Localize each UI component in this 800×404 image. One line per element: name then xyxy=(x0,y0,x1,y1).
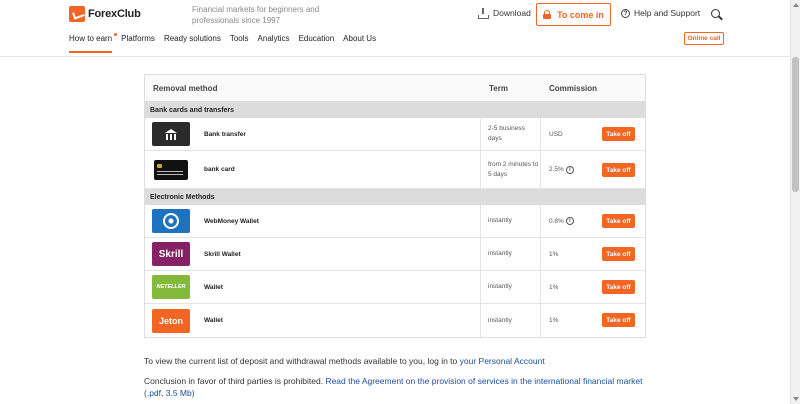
commission-text: 1% xyxy=(549,283,559,291)
table-header: Removal method Term Commission xyxy=(145,75,645,102)
commission-text: 1% xyxy=(549,250,559,258)
scroll-down-icon[interactable] xyxy=(793,397,799,401)
come-in-button[interactable]: To come in xyxy=(536,3,611,26)
nav-label: About Us xyxy=(343,34,377,43)
table-row: NETELLER Wallet instantly 1% Take off xyxy=(145,271,645,304)
method-name: Wallet xyxy=(204,317,223,324)
agreement-note: Conclusion in favor of third parties is … xyxy=(144,375,644,399)
logo-text: ForexClub xyxy=(88,8,141,20)
table-row: Jeton Wallet instantly 1% Take off xyxy=(145,304,645,337)
commission-value: 1% xyxy=(540,304,592,337)
table-row: bank card from 2 minutes to 5 days 2.5% i… xyxy=(145,151,645,189)
bank-icon xyxy=(165,128,177,140)
nav-education[interactable]: Education xyxy=(299,34,335,53)
header-term: Term xyxy=(489,83,508,93)
method-name: Skrill Wallet xyxy=(204,250,241,258)
download-label: Download xyxy=(493,8,531,18)
download-icon xyxy=(478,8,489,19)
search-icon[interactable] xyxy=(711,9,720,18)
section-electronic: Electronic Methods xyxy=(145,189,645,205)
forexclub-logo[interactable]: ForexClub xyxy=(69,6,141,22)
term-value: from 2 minutes to 5 days xyxy=(480,151,540,188)
take-off-button[interactable]: Take off xyxy=(602,247,635,261)
commission-text: USD xyxy=(549,130,563,138)
take-off-button[interactable]: Take off xyxy=(602,163,635,177)
notification-dot xyxy=(114,33,118,36)
commission-value: USD xyxy=(540,118,592,150)
take-off-button[interactable]: Take off xyxy=(602,127,635,141)
webmoney-icon xyxy=(163,213,179,229)
header-commission: Commission xyxy=(549,83,598,93)
commission-text: 1% xyxy=(549,317,559,324)
table-row: WebMoney Wallet instantly 0.8% i Take off xyxy=(145,205,645,238)
term-value: instantly xyxy=(480,238,540,270)
method-name: Wallet xyxy=(204,283,223,291)
card-logo xyxy=(152,158,190,182)
webmoney-logo xyxy=(152,209,190,233)
method-name: bank card xyxy=(204,166,235,173)
info-icon[interactable]: i xyxy=(565,165,574,174)
section-bank-cards: Bank cards and transfers xyxy=(145,102,645,118)
nav-about-us[interactable]: About Us xyxy=(343,34,376,53)
question-icon: ? xyxy=(621,8,630,18)
withdrawal-methods-table: Removal method Term Commission Bank card… xyxy=(144,74,646,338)
personal-account-note: To view the current list of deposit and … xyxy=(144,355,744,367)
scroll-thumb[interactable] xyxy=(792,57,799,192)
lock-icon xyxy=(543,10,552,19)
neteller-logo: NETELLER xyxy=(152,275,190,299)
help-support-link[interactable]: ? Help and Support xyxy=(621,8,700,18)
nav-label: Analytics xyxy=(257,34,290,43)
nav-tools[interactable]: Tools xyxy=(230,34,249,53)
download-link[interactable]: Download xyxy=(478,8,531,19)
come-in-label: To come in xyxy=(557,9,604,20)
site-header: ForexClub Financial markets for beginner… xyxy=(0,0,790,57)
term-value: instantly xyxy=(480,205,540,237)
table-row: Skrill Skrill Wallet instantly 1% Take o… xyxy=(145,238,645,271)
commission-value: 1% xyxy=(540,238,592,270)
help-label: Help and Support xyxy=(634,8,701,18)
nav-label: Tools xyxy=(229,34,249,43)
take-off-button[interactable]: Take off xyxy=(602,214,635,228)
commission-value: 1% xyxy=(540,271,592,303)
online-call-button[interactable]: Online call xyxy=(684,32,724,45)
tagline: Financial markets for beginners and prof… xyxy=(192,5,320,25)
nav-analytics[interactable]: Analytics xyxy=(258,34,290,53)
take-off-button[interactable]: Take off xyxy=(602,313,635,327)
skrill-logo: Skrill xyxy=(152,242,190,266)
header-method: Removal method xyxy=(153,83,218,93)
method-name: WebMoney Wallet xyxy=(204,217,259,225)
commission-value: 2.5% i xyxy=(540,151,592,188)
table-row: Bank transfer 2-5 business days USD Take… xyxy=(145,118,645,151)
nav-platforms[interactable]: Platforms xyxy=(121,34,155,53)
bank-card-icon xyxy=(154,159,188,180)
info-icon[interactable]: i xyxy=(565,217,574,225)
note-text: Conclusion in favor of third parties is … xyxy=(144,376,326,386)
term-value: instantly xyxy=(480,304,540,337)
note-text: To view the current list of deposit and … xyxy=(144,356,460,366)
term-value: instantly xyxy=(480,271,540,303)
nav-label: Platforms xyxy=(121,34,155,43)
nav-how-to-earn[interactable]: How to earn xyxy=(69,33,118,53)
take-off-button[interactable]: Take off xyxy=(602,280,635,294)
scroll-up-icon[interactable] xyxy=(793,3,799,7)
nav-label: Ready solutions xyxy=(163,34,221,43)
logo-icon xyxy=(69,6,85,22)
personal-account-link[interactable]: your Personal Account xyxy=(460,356,545,366)
main-nav: How to earn Platforms Ready solutions To… xyxy=(69,33,385,53)
commission-text: 0.8% xyxy=(549,217,564,225)
vertical-scrollbar[interactable] xyxy=(790,0,800,404)
nav-label: How to earn xyxy=(69,34,113,43)
commission-value: 0.8% i xyxy=(540,205,592,237)
term-value: 2-5 business days xyxy=(480,118,540,150)
method-name: Bank transfer xyxy=(204,130,246,138)
nav-ready-solutions[interactable]: Ready solutions xyxy=(164,34,221,53)
bank-logo xyxy=(152,122,190,146)
commission-text: 2.5% xyxy=(549,166,564,173)
nav-label: Education xyxy=(298,34,335,43)
jeton-logo: Jeton xyxy=(152,308,190,333)
